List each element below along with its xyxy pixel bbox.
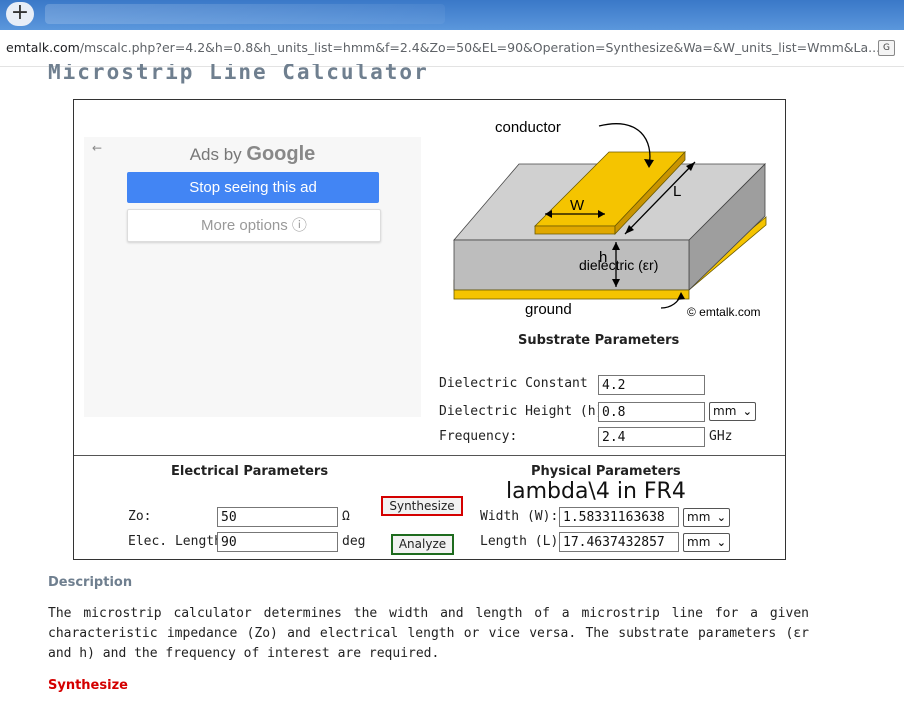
dielectric-label: dielectric (εr) [579, 257, 658, 273]
dielectric-height-label: Dielectric Height (h): [439, 404, 612, 419]
frequency-input[interactable]: 2.4 [598, 427, 705, 447]
chevron-down-icon: ⌄ [716, 511, 726, 524]
length-unit-select[interactable]: mm ⌄ [683, 533, 730, 552]
copyright-label: © emtalk.com [687, 305, 761, 319]
length-label: Length (L): [480, 534, 567, 549]
substrate-parameters-title: Substrate Parameters [518, 333, 680, 348]
ground-label: ground [525, 301, 572, 318]
stop-seeing-ad-button[interactable]: Stop seeing this ad [127, 172, 379, 203]
w-label: W [570, 197, 585, 214]
zo-unit: Ω [342, 509, 350, 524]
calculator-panel: ← Ads by Google Stop seeing this ad More… [73, 99, 786, 560]
conductor-label: conductor [495, 119, 561, 136]
analyze-button[interactable]: Analyze [391, 534, 454, 555]
width-label: Width (W): [480, 509, 559, 524]
browser-tab-bar: + [0, 0, 904, 30]
section-divider [74, 455, 785, 456]
synthesize-button[interactable]: Synthesize [381, 496, 463, 516]
electrical-parameters-title: Electrical Parameters [171, 464, 329, 479]
length-output[interactable]: 17.4637432857 [559, 532, 679, 552]
handwritten-annotation: lambda\4 in FR4 [506, 479, 686, 504]
dielectric-height-input[interactable]: 0.8 [598, 402, 705, 422]
zo-input[interactable]: 50 [217, 507, 338, 527]
dielectric-constant-input[interactable]: 4.2 [598, 375, 705, 395]
physical-parameters-title: Physical Parameters [531, 464, 681, 479]
translate-icon[interactable]: G [878, 40, 895, 56]
chevron-down-icon: ⌄ [716, 536, 726, 549]
more-options-button[interactable]: More options ⓘ [127, 209, 381, 242]
l-label: L [673, 183, 681, 200]
browser-tabs[interactable] [45, 4, 445, 24]
chevron-down-icon: ⌄ [742, 405, 752, 418]
height-unit-select[interactable]: mm ⌄ [709, 402, 756, 421]
elec-length-input[interactable]: 90 [217, 532, 338, 552]
address-bar[interactable]: emtalk.com/mscalc.php?er=4.2&h=0.8&h_uni… [0, 30, 904, 67]
frequency-unit: GHz [709, 429, 733, 444]
ads-by-google: Ads by Google [189, 143, 316, 165]
width-output[interactable]: 1.58331163638 [559, 507, 679, 527]
frequency-label: Frequency: [439, 429, 518, 444]
zo-label: Zo: [128, 509, 152, 524]
new-tab-button[interactable]: + [6, 2, 34, 26]
elec-length-unit: deg [342, 534, 366, 549]
elec-length-label: Elec. Length: [128, 534, 230, 549]
width-unit-select[interactable]: mm ⌄ [683, 508, 730, 527]
description-text: The microstrip calculator determines the… [48, 606, 809, 661]
ad-panel: ← Ads by Google Stop seeing this ad More… [84, 137, 421, 417]
microstrip-diagram: conductor W L h dielectric (εr) ground ©… [453, 119, 767, 319]
url-text[interactable]: emtalk.com/mscalc.php?er=4.2&h=0.8&h_uni… [6, 40, 880, 55]
description-heading: Description [48, 575, 133, 590]
synthesize-heading: Synthesize [48, 678, 128, 693]
